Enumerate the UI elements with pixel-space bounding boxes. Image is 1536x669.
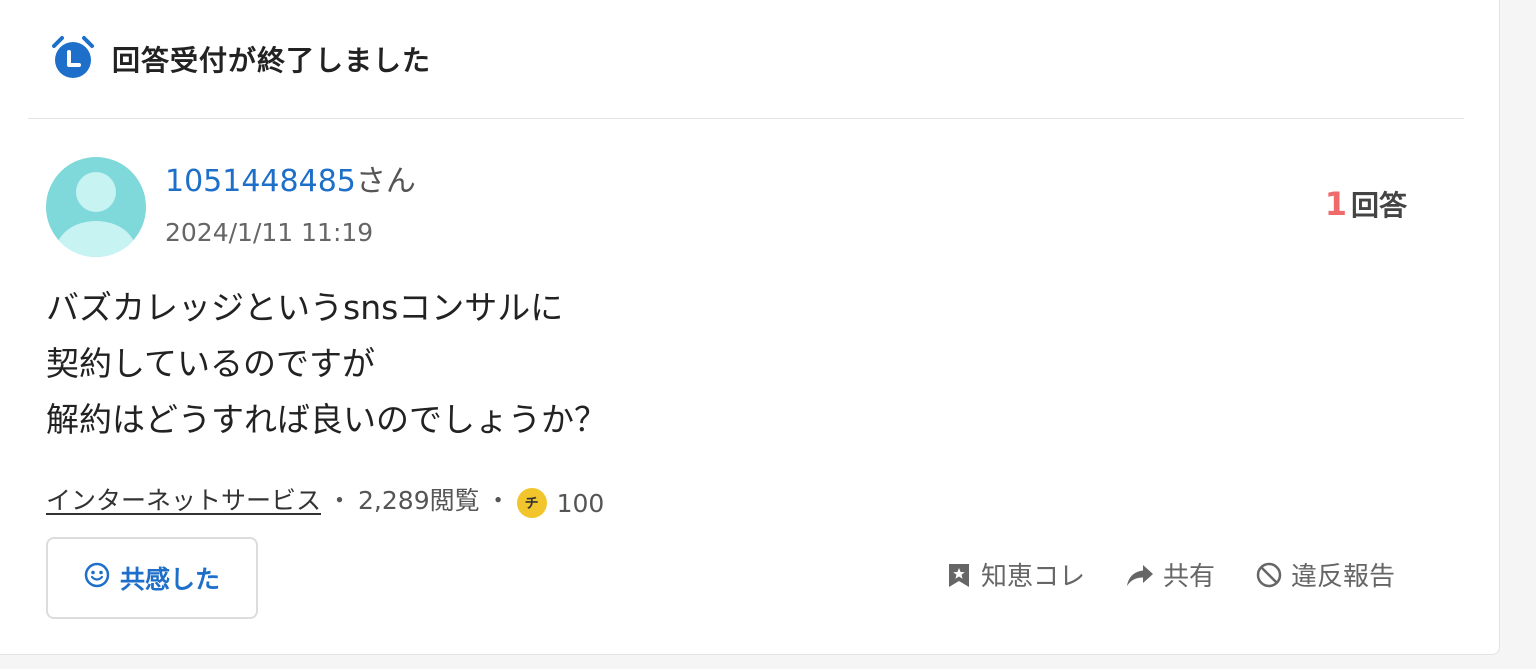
category-link[interactable]: インターネットサービス	[46, 481, 321, 517]
coin-count: 100	[556, 488, 605, 518]
question-card: 回答受付が終了しました 1051448485さん 2024/1/11 11:19…	[0, 0, 1500, 655]
bookmark-star-icon	[945, 561, 973, 589]
share-button[interactable]: 共有	[1125, 556, 1215, 593]
question-line: バズカレッジというsnsコンサルに	[46, 288, 564, 327]
question-line: 契約しているのですが	[46, 344, 376, 383]
answer-count-label: 回答	[1350, 189, 1407, 222]
user-id-link[interactable]: 1051448485	[165, 164, 356, 199]
user-suffix: さん	[355, 164, 416, 199]
chiebukuro-button[interactable]: 知恵コレ	[945, 556, 1085, 593]
share-arrow-icon	[1125, 562, 1155, 588]
action-bar: 知恵コレ 共有 違反報告	[945, 556, 1395, 593]
avatar-head	[76, 172, 116, 212]
prohibited-icon	[1255, 561, 1283, 589]
meta-separator: ・	[327, 486, 353, 515]
chiebukuro-label: 知恵コレ	[980, 562, 1085, 592]
question-meta: インターネットサービス ・ 2,289閲覧 ・ チ 100	[46, 480, 604, 518]
empathy-button[interactable]: 共感した	[46, 537, 258, 619]
empathy-button-label: 共感した	[119, 565, 220, 594]
view-count: 2,289閲覧	[358, 486, 480, 515]
question-line: 解約はどうすれば良いのでしょうか？	[46, 400, 607, 439]
smile-icon	[84, 562, 110, 594]
answer-count-number: 1	[1324, 185, 1347, 223]
coin-icon: チ	[516, 488, 547, 518]
report-button[interactable]: 違反報告	[1255, 556, 1395, 593]
share-label: 共有	[1162, 562, 1215, 592]
answer-count: 1 回答	[1325, 184, 1407, 224]
meta-separator: ・	[485, 486, 511, 515]
avatar[interactable]	[46, 157, 146, 257]
status-banner: 回答受付が終了しました	[48, 32, 431, 86]
post-date: 2024/1/11 11:19	[165, 218, 374, 247]
question-body: バズカレッジというsnsコンサルに 契約しているのですが 解約はどうすれば良いの…	[46, 280, 1146, 448]
user-name: 1051448485さん	[165, 162, 416, 202]
avatar-body	[56, 221, 136, 257]
report-label: 違反報告	[1290, 562, 1395, 592]
divider	[28, 118, 1464, 119]
alarm-clock-icon	[48, 32, 98, 86]
status-title: 回答受付が終了しました	[112, 44, 432, 77]
